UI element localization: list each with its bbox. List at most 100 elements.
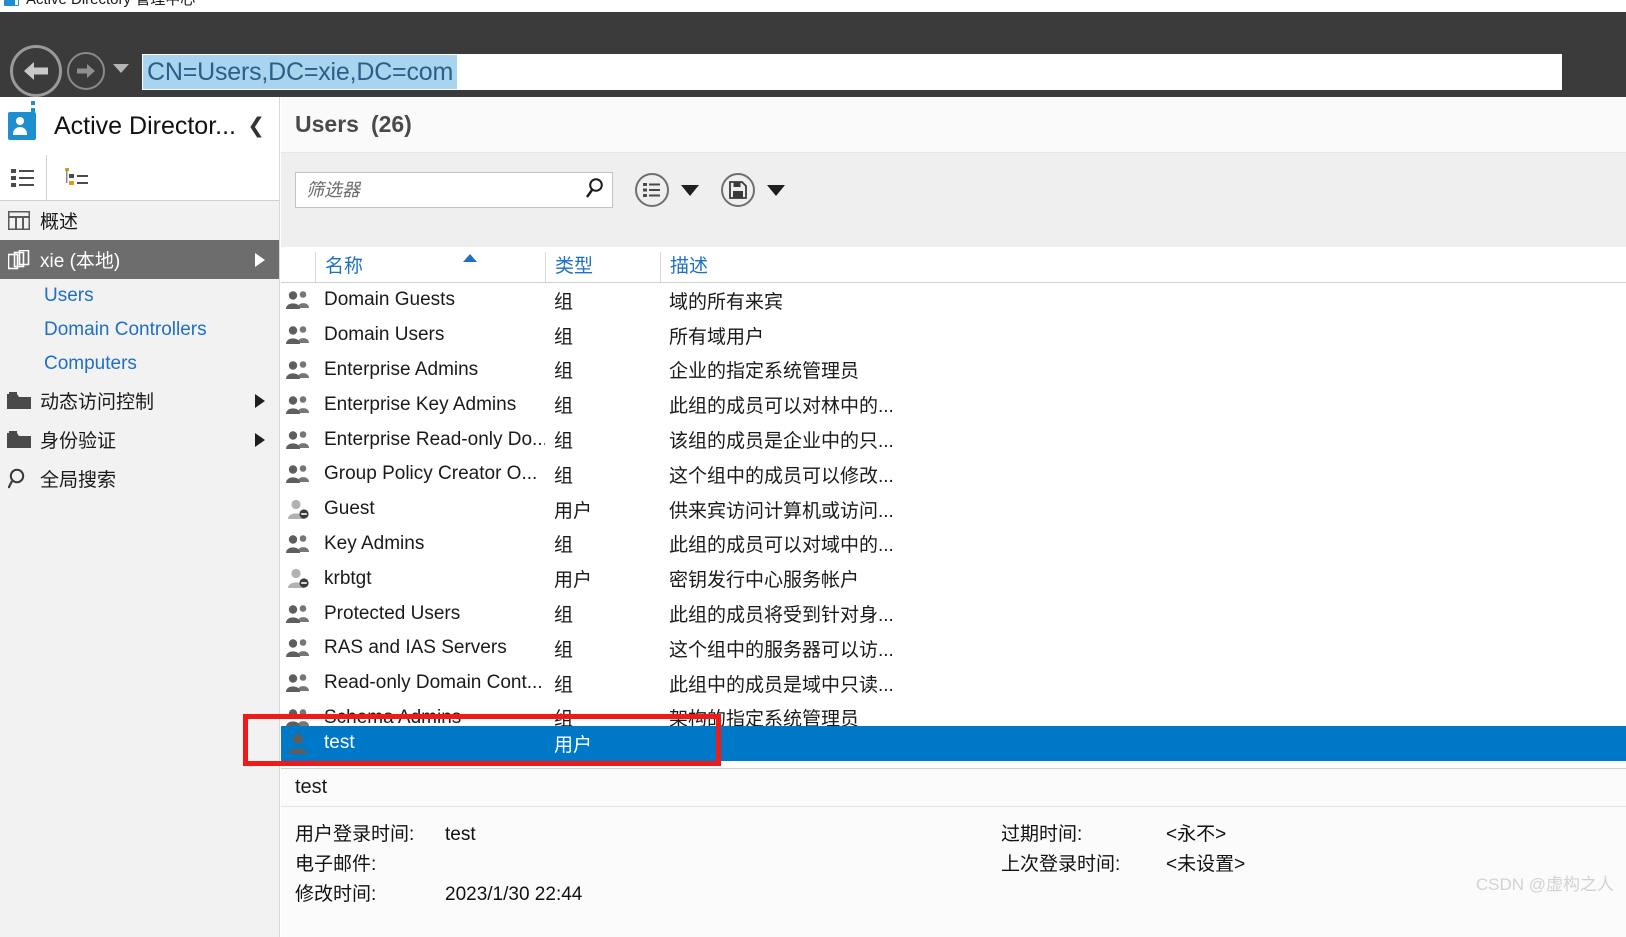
detail-body: 用户登录时间: test 电子邮件: 修改时间: 2023/1/30 22:44 过期时… — [281, 807, 1626, 937]
table-header: 名称 类型 描述 — [281, 247, 1626, 283]
search-icon[interactable] — [584, 177, 606, 204]
table-row[interactable]: Enterprise Read-only Do... 组 该组的成员是企业中的只..… — [281, 422, 1626, 457]
tree-view-icon — [64, 167, 88, 185]
column-header-name[interactable]: 名称 — [315, 252, 545, 282]
table-row[interactable]: Key Admins 组 此组的成员可以对域中的... — [281, 527, 1626, 562]
detail-pane: test 用户登录时间: test 电子邮件: 修改时间: 2023/1/30 22:4… — [281, 768, 1626, 937]
sidebar-item-label: 身份验证 — [40, 431, 117, 452]
list-view-tab[interactable] — [0, 155, 46, 200]
list-view-icon — [11, 168, 34, 187]
row-name: krbtgt — [324, 567, 372, 589]
sidebar-item-overview[interactable]: 概述 — [0, 201, 279, 240]
filter-input-wrapper[interactable] — [295, 172, 613, 208]
row-type: 组 — [554, 639, 574, 661]
group-icon — [281, 325, 315, 345]
column-header-type[interactable]: 类型 — [545, 252, 660, 282]
row-description: 域的所有来宾 — [669, 291, 784, 313]
row-type: 组 — [554, 674, 574, 696]
detail-title: test — [281, 769, 1626, 807]
row-type: 用户 — [554, 500, 593, 522]
row-name: Domain Users — [324, 324, 445, 346]
table-row-selected[interactable]: test 用户 — [281, 726, 1626, 761]
row-name: Domain Guests — [324, 289, 455, 311]
expand-arrow-icon[interactable] — [255, 393, 265, 408]
ad-icon-bars — [31, 101, 35, 123]
sidebar-item-authentication[interactable]: 身份验证 — [0, 420, 279, 459]
view-options-caret-icon[interactable] — [681, 184, 699, 196]
sidebar-item-global-search[interactable]: 全局搜索 — [0, 459, 279, 498]
row-description: 这个组中的服务器可以访... — [669, 639, 892, 661]
table-row[interactable]: Enterprise Key Admins 组 此组的成员可以对林中的... — [281, 387, 1626, 422]
detail-fields-right: 过期时间: <永不> 上次登录时间: <未设置> — [1001, 819, 1245, 879]
group-icon — [281, 708, 315, 728]
column-header-label: 类型 — [555, 256, 594, 277]
row-type: 组 — [554, 361, 574, 383]
table-row[interactable]: RAS and IAS Servers 组 这个组中的服务器可以访... — [281, 631, 1626, 666]
row-description: 此组的成员可以对域中的... — [669, 535, 892, 557]
address-input-value[interactable]: CN=Users,DC=xie,DC=com — [143, 55, 458, 89]
table-row[interactable]: krbtgt 用户 密钥发行中心服务帐户 — [281, 561, 1626, 596]
row-name: Group Policy Creator O... — [324, 463, 538, 485]
table-row[interactable]: Read-only Domain Cont... 组 此组中的成员是域中只读... — [281, 666, 1626, 701]
filter-input[interactable] — [306, 179, 584, 201]
table-row[interactable]: Domain Guests 组 域的所有来宾 — [281, 283, 1626, 318]
sidebar-item-domain-controllers[interactable]: Domain Controllers — [0, 313, 279, 347]
row-name: Enterprise Key Admins — [324, 393, 517, 415]
detail-field-label: 电子邮件: — [295, 854, 377, 875]
view-options-button[interactable] — [635, 173, 669, 207]
row-description: 所有域用户 — [669, 326, 765, 348]
row-name: test — [324, 732, 355, 754]
save-query-caret-icon[interactable] — [767, 184, 785, 196]
group-icon — [281, 604, 315, 624]
toolbar-spacer — [281, 227, 1626, 247]
table-row[interactable]: Enterprise Admins 组 企业的指定系统管理员 — [281, 353, 1626, 388]
sidebar-item-xie-local[interactable]: xie (本地) — [0, 240, 279, 279]
address-bar[interactable]: CN=Users,DC=xie,DC=com — [142, 54, 1562, 90]
chevron-left-icon[interactable]: ❮ — [247, 114, 265, 139]
table-row[interactable]: Guest 用户 供来宾访问计算机或访问... — [281, 492, 1626, 527]
row-description: 供来宾访问计算机或访问... — [669, 500, 892, 522]
detail-field-row: 上次登录时间: <未设置> — [1001, 849, 1245, 879]
row-type: 组 — [554, 535, 574, 557]
group-icon — [281, 360, 315, 380]
object-list: Domain Guests 组域的所有来宾 Domain Users 组所有域用户 En… — [281, 283, 1626, 736]
row-description: 此组的成员可以对林中的... — [669, 396, 892, 418]
sort-ascending-icon — [463, 254, 477, 262]
app-window: Active Directory 管理中心 CN=Users,DC=xie,DC… — [0, 0, 1626, 937]
row-description: 企业的指定系统管理员 — [669, 361, 860, 383]
row-description: 此组中的成员是域中只读... — [669, 674, 892, 696]
sidebar-item-computers[interactable]: Computers — [0, 347, 279, 381]
table-row[interactable]: Group Policy Creator O... 组 这个组中的成员可以修改... — [281, 457, 1626, 492]
save-query-button[interactable] — [721, 173, 755, 207]
folder-icon — [6, 430, 32, 449]
row-description: 这个组中的成员可以修改... — [669, 465, 892, 487]
detail-field-row: 用户登录时间: test — [295, 819, 582, 849]
folder-icon — [6, 391, 32, 410]
sidebar-item-users[interactable]: Users — [0, 279, 279, 313]
column-header-description[interactable]: 描述 — [660, 252, 892, 282]
tree-view-tab[interactable] — [46, 155, 106, 200]
sidebar-item-dynamic-access-control[interactable]: 动态访问控制 — [0, 381, 279, 420]
search-icon — [6, 468, 32, 490]
group-icon — [281, 638, 315, 658]
table-row[interactable]: Protected Users 组 此组的成员将受到针对身... — [281, 596, 1626, 631]
window-title: Active Directory 管理中心 — [26, 0, 195, 9]
sidebar: Active Director... ❮ 概述 xie (本地) Users D… — [0, 97, 280, 937]
detail-field-label: 修改时间: — [295, 884, 377, 905]
detail-field-value: <永不> — [1166, 824, 1227, 845]
expand-arrow-icon[interactable] — [255, 252, 265, 267]
domain-icon — [6, 249, 32, 270]
expand-arrow-icon[interactable] — [255, 432, 265, 447]
row-type: 用户 — [554, 570, 593, 592]
chevron-down-icon[interactable] — [113, 64, 129, 73]
sidebar-view-tabs — [0, 155, 279, 201]
row-name: Enterprise Admins — [324, 358, 479, 380]
main-toolbar — [281, 153, 1626, 227]
detail-field-value: 2023/1/30 22:44 — [445, 884, 583, 905]
table-row[interactable]: Domain Users 组 所有域用户 — [281, 318, 1626, 353]
group-icon — [281, 430, 315, 450]
back-arrow-icon[interactable] — [10, 45, 62, 97]
forward-arrow-icon[interactable] — [67, 52, 105, 90]
column-header-label: 名称 — [325, 256, 364, 277]
row-description: 此组的成员将受到针对身... — [669, 605, 892, 627]
